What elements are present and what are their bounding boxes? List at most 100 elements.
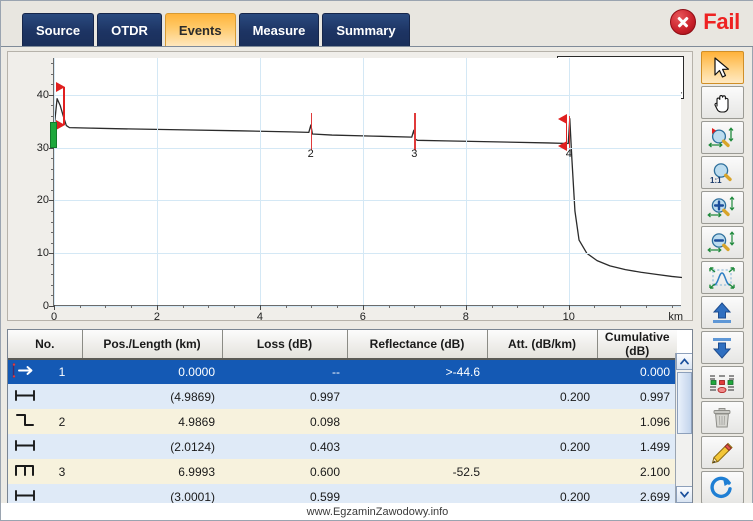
x-gridline (362, 58, 364, 305)
x-axis-tick (259, 305, 261, 310)
table-row[interactable]: (4.9869) 0.997 0.200 0.997 (8, 384, 677, 409)
scrollbar-thumb[interactable] (677, 372, 692, 434)
cursor-connector (565, 118, 568, 147)
cell-loss: 0.403 (309, 439, 340, 454)
tab-measure[interactable]: Measure (238, 13, 320, 46)
event-marker-line[interactable] (310, 113, 312, 151)
svg-text:1:1: 1:1 (710, 176, 722, 185)
cell-loss: 0.599 (309, 489, 340, 504)
x-axis-minor-tick (388, 305, 390, 308)
cell-reflectance (347, 409, 487, 434)
scrollbar-up-arrow[interactable] (676, 353, 692, 370)
table-row[interactable]: 2 4.9869 0.098 1.096 (8, 409, 677, 434)
chart-plot-area[interactable]: km 0 10 20 30 40 0 2 4 6 8 10 2 3 4 (37, 58, 683, 323)
x-axis-tick (465, 305, 467, 310)
scroll-down-button[interactable] (700, 331, 744, 364)
cell-cumulative: 2.100 (639, 464, 670, 479)
x-axis-tick-label: 2 (153, 311, 160, 323)
tab-events[interactable]: Events (164, 13, 236, 46)
x-axis-minor-tick (79, 305, 81, 308)
pan-tool-button[interactable] (700, 86, 744, 119)
x-axis-tick-label: 6 (359, 311, 366, 323)
fiber-span-icon (8, 484, 42, 503)
fiber-span-icon (8, 434, 42, 459)
y-gridline (54, 306, 681, 307)
cursor-tool-button[interactable] (700, 51, 744, 84)
zoom-reset-button[interactable]: 1:1 (700, 156, 744, 189)
y-gridline (54, 253, 681, 255)
x-gridline (259, 58, 261, 305)
event-list-button[interactable] (700, 366, 744, 399)
hand-icon (714, 94, 729, 113)
cell-position: 6.9993 (178, 464, 215, 479)
delete-button[interactable] (700, 401, 744, 434)
refresh-button[interactable] (700, 471, 744, 504)
cell-attenuation (487, 359, 597, 384)
cell-number (42, 384, 82, 409)
launch-marker[interactable] (50, 121, 57, 148)
reflective-event-icon (8, 459, 42, 484)
x-axis-minor-tick (414, 305, 416, 308)
edit-button[interactable] (700, 436, 744, 469)
x-axis-minor-tick (285, 305, 287, 308)
y-axis-tick-label: 40 (36, 88, 49, 101)
table-header-row: No. Pos./Length (km) Loss (dB) Reflectan… (8, 330, 677, 360)
pencil-icon (711, 442, 733, 463)
cell-loss: 0.098 (309, 414, 340, 429)
scroll-up-button[interactable] (700, 296, 744, 329)
x-axis-minor-tick (594, 305, 596, 308)
tab-summary-label: Summary (336, 22, 396, 38)
x-axis-minor-tick (182, 305, 184, 308)
x-axis-minor-tick (543, 305, 545, 308)
zoom-1to1-icon: 1:1 (710, 162, 732, 185)
refresh-icon (710, 476, 732, 498)
table-row[interactable]: (3.0001) 0.599 0.200 2.699 (8, 484, 677, 504)
x-axis-tick (362, 305, 364, 310)
table-scrollbar[interactable] (675, 353, 692, 503)
cell-cumulative: 0.997 (639, 389, 670, 404)
launch-arrow-icon (8, 359, 42, 384)
fit-to-event-button[interactable] (700, 261, 744, 294)
column-header-loss[interactable]: Loss (dB) (222, 330, 348, 360)
zoom-marker-button[interactable] (700, 121, 744, 154)
column-header-attenuation[interactable]: Att. (dB/km) (487, 330, 598, 360)
table-row[interactable]: 3 6.9993 0.600 -52.5 2.100 (8, 459, 677, 484)
otdr-trace-chart-panel[interactable]: 1550 nm (9 µm) km 0102030400246810234 (7, 51, 693, 323)
cell-cumulative: 0.000 (639, 365, 670, 379)
chevron-down-icon (680, 491, 689, 498)
events-table[interactable]: No. Pos./Length (km) Loss (dB) Reflectan… (7, 329, 693, 504)
scrollbar-down-arrow[interactable] (676, 486, 692, 503)
fit-peak-icon (709, 266, 735, 289)
table-row[interactable]: 1 0.0000 -- >-44.6 0.000 (8, 359, 677, 384)
column-header-cumulative[interactable]: Cumulative (dB) (597, 330, 677, 360)
cell-loss: -- (332, 365, 340, 379)
zoom-out-button[interactable] (700, 226, 744, 259)
cell-reflectance: -52.5 (452, 464, 480, 479)
tab-events-label: Events (178, 22, 222, 38)
x-axis-minor-tick (671, 305, 673, 308)
tab-otdr[interactable]: OTDR (97, 13, 162, 46)
x-axis-tick (156, 305, 158, 310)
chevron-up-icon (680, 358, 689, 365)
x-gridline (568, 58, 570, 305)
chart-tools-toolbar: 1:1 (696, 51, 748, 506)
event-list-icon (710, 374, 734, 393)
column-header-no[interactable]: No. (8, 330, 83, 360)
column-header-reflectance[interactable]: Reflectance (dB) (347, 330, 488, 360)
cell-position: 4.9869 (178, 414, 215, 429)
y-gridline (54, 200, 681, 202)
table-body: 1 0.0000 -- >-44.6 0.000 (4.9869) 0.997 0.200 0.… (8, 359, 677, 504)
event-marker-line[interactable] (568, 116, 571, 148)
zoom-in-button[interactable] (700, 191, 744, 224)
mouse-pointer-icon (714, 56, 730, 78)
event-marker-line[interactable] (414, 113, 416, 151)
cell-cumulative: 1.096 (639, 414, 670, 429)
tab-source[interactable]: Source (22, 13, 95, 46)
x-gridline (465, 58, 467, 305)
table-row[interactable]: (2.0124) 0.403 0.200 1.499 (8, 434, 677, 459)
tab-summary[interactable]: Summary (322, 13, 410, 46)
x-gridline (156, 58, 158, 305)
x-axis-minor-tick (208, 305, 210, 308)
event-marker-label: 3 (411, 148, 418, 161)
column-header-position[interactable]: Pos./Length (km) (82, 330, 223, 360)
